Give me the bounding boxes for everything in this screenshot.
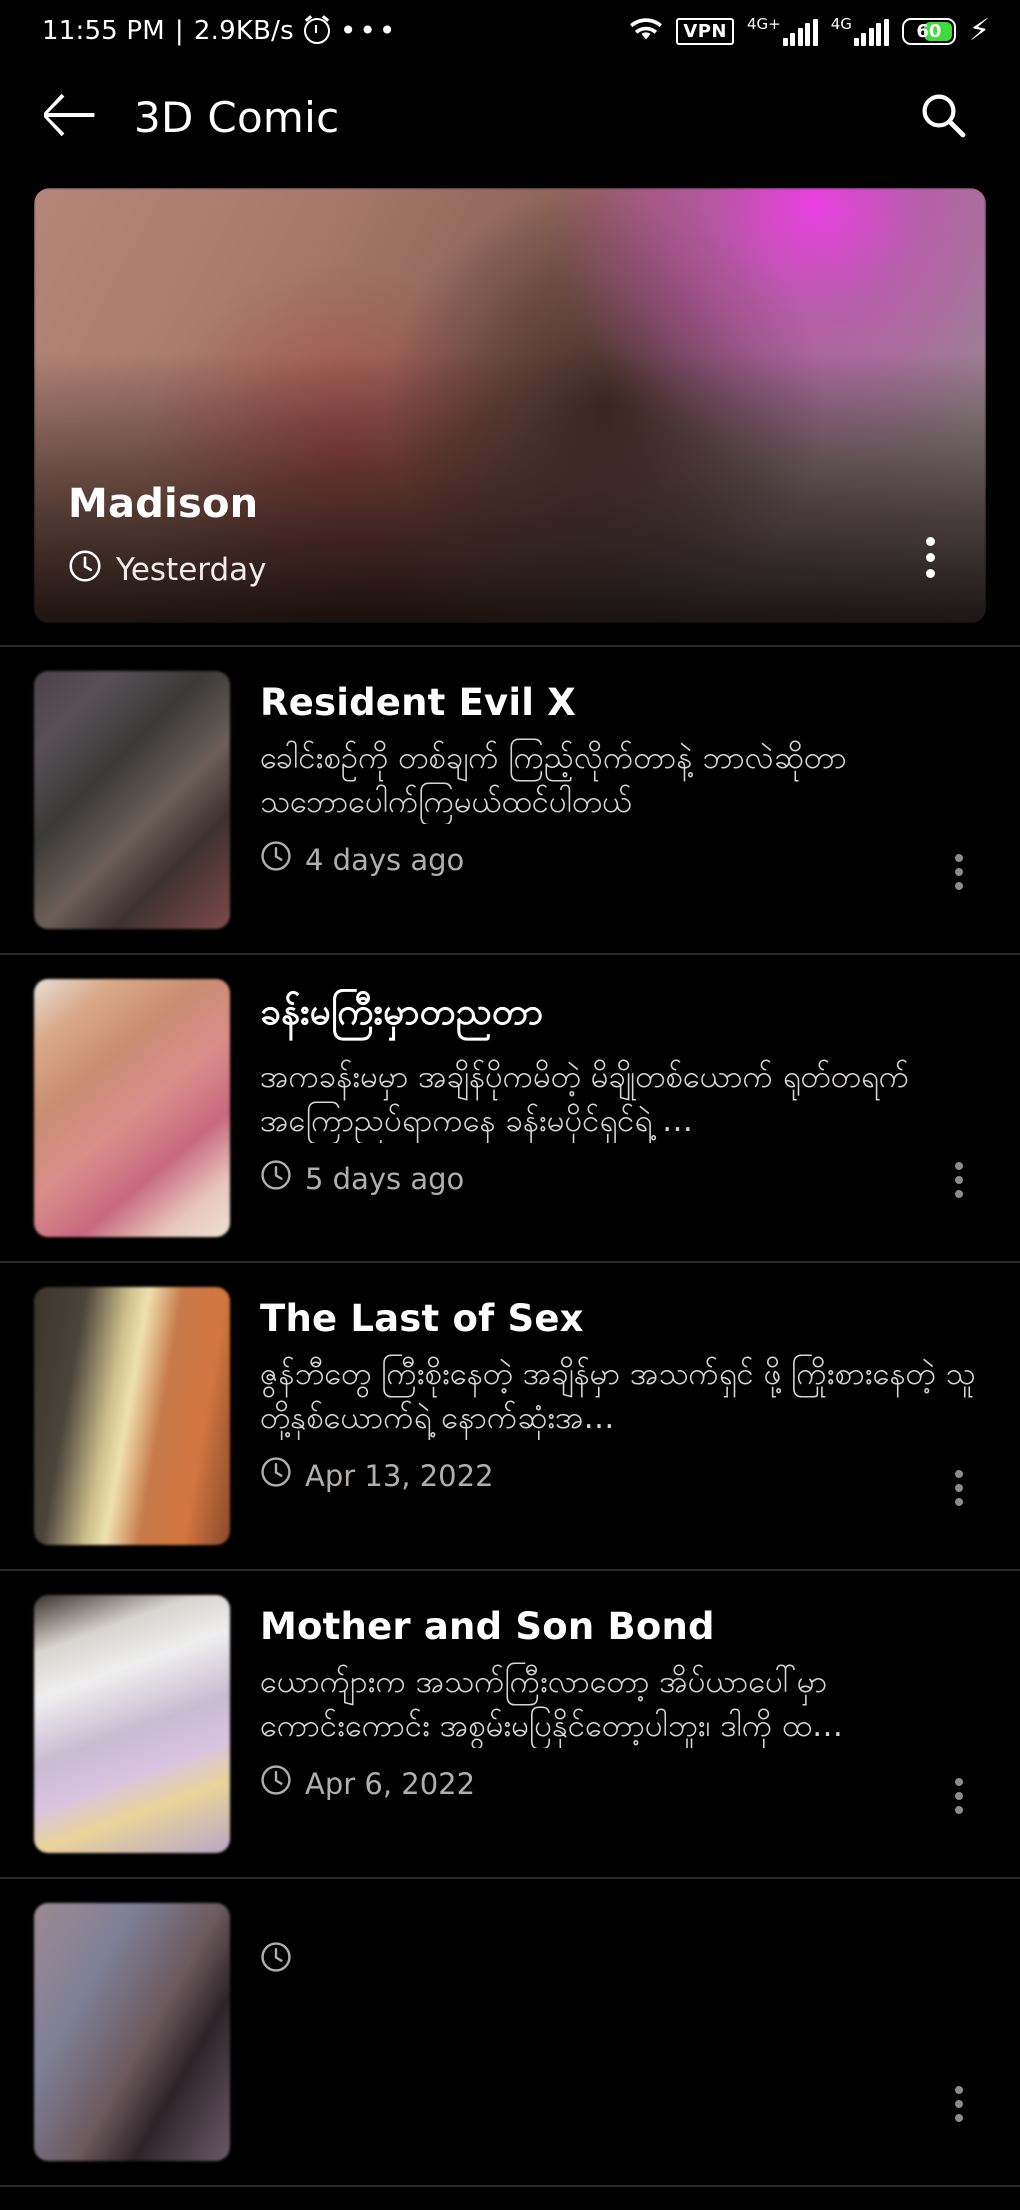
more-dots-icon: ••• bbox=[339, 14, 399, 47]
featured-meta: Madison Yesterday bbox=[68, 481, 267, 591]
sim1-bars bbox=[782, 18, 818, 46]
list-item-description: အကခန်းမမှာ အချိန်ပိုကမိတဲ့ မိချိုတစ်ယောက… bbox=[260, 1059, 910, 1140]
sim2-signal: 4G bbox=[830, 14, 889, 46]
status-time: 11:55 PM bbox=[42, 16, 165, 46]
list-item-body: Resident Evil X ခေါင်းစဉ်ကို တစ်ချက် ကြည့… bbox=[230, 671, 990, 929]
list-item-date-row: Apr 13, 2022 bbox=[260, 1456, 990, 1495]
list-item-body: ခန်းမကြီးမှာတညတာအကခန်းမမှာ အချိန်ပိုကမိတ… bbox=[230, 979, 990, 1237]
sim2-bars bbox=[853, 18, 889, 46]
list-item-body: The Last of Sex ဇွန်ဘီတွေ ကြီးစိုးနေတဲ့ အ… bbox=[230, 1287, 990, 1545]
list-item[interactable]: Resident Evil X ခေါင်းစဉ်ကို တစ်ချက် ကြည့… bbox=[0, 647, 1020, 953]
featured-title: Madison bbox=[68, 481, 259, 527]
overflow-menu-icon bbox=[955, 1778, 963, 1786]
status-netspeed: 2.9KB/s bbox=[193, 16, 294, 46]
page-title: 3D Comic bbox=[134, 92, 340, 142]
list-item-thumbnail bbox=[34, 1903, 230, 2161]
list-item-description: ယောက်ျားက အသက်ကြီးလာတော့ အိပ်ယာပေါ်မှာ က… bbox=[260, 1664, 844, 1745]
list-item-body: Mother and Son Bond ယောက်ျားက အသက်ကြီးလာတ… bbox=[230, 1595, 990, 1853]
list-item-title: Resident Evil X bbox=[260, 681, 576, 724]
app-bar: 3D Comic bbox=[0, 62, 1020, 172]
list-item-date-row bbox=[260, 1941, 990, 1980]
clock-icon bbox=[260, 1159, 292, 1198]
alarm-clock-icon bbox=[303, 18, 330, 44]
list-item-description: ဇွန်ဘီတွေ ကြီးစိုးနေတဲ့ အချိန်မှာ အသက်ရှ… bbox=[260, 1356, 976, 1437]
vpn-badge: VPN bbox=[676, 17, 734, 45]
list-item-date: Apr 13, 2022 bbox=[305, 1458, 494, 1493]
list-item-title: Mother and Son Bond bbox=[260, 1605, 715, 1648]
featured-card[interactable]: Madison Yesterday bbox=[34, 188, 986, 623]
search-icon bbox=[918, 90, 968, 144]
list-item[interactable]: ခန်းမကြီးမှာတညတာအကခန်းမမှာ အချိန်ပိုကမိတ… bbox=[0, 955, 1020, 1261]
sim1-signal: 4G+ bbox=[747, 14, 818, 46]
list-item-body bbox=[230, 1903, 990, 2161]
battery-percent: 60 bbox=[916, 20, 942, 42]
overflow-menu-icon bbox=[955, 2086, 963, 2094]
sim1-label: 4G+ bbox=[747, 14, 781, 33]
list-item-date-row: 5 days ago bbox=[260, 1159, 990, 1198]
lightning-bolt-icon: ⚡ bbox=[968, 13, 990, 48]
status-bar-left: 11:55 PM | 2.9KB/s ••• bbox=[42, 16, 398, 46]
comic-list: Resident Evil X ခေါင်းစဉ်ကို တစ်ချက် ကြည့… bbox=[0, 647, 1020, 2187]
overflow-menu-icon bbox=[925, 536, 935, 546]
overflow-menu-icon bbox=[955, 1162, 963, 1170]
list-item-thumbnail bbox=[34, 671, 230, 929]
status-bar-right: VPN 4G+ 4G 60 ⚡ bbox=[629, 15, 990, 47]
list-item-date-row: Apr 6, 2022 bbox=[260, 1764, 990, 1803]
list-item-overflow-button[interactable] bbox=[932, 845, 986, 899]
featured-card-wrapper: Madison Yesterday bbox=[0, 172, 1020, 623]
list-item-description: ခေါင်းစဉ်ကို တစ်ချက် ကြည့်လိုက်တာနဲ့ ဘာလ… bbox=[260, 740, 847, 821]
list-item[interactable]: Mother and Son Bond ယောက်ျားက အသက်ကြီးလာတ… bbox=[0, 1571, 1020, 1877]
list-item-overflow-button[interactable] bbox=[932, 2077, 986, 2131]
list-item-thumbnail bbox=[34, 1595, 230, 1853]
list-item-overflow-button[interactable] bbox=[932, 1461, 986, 1515]
clock-icon bbox=[260, 1941, 292, 1980]
list-item-date: 5 days ago bbox=[305, 1161, 465, 1196]
overflow-menu-icon bbox=[955, 1470, 963, 1478]
status-separator: | bbox=[174, 16, 184, 46]
clock-icon bbox=[260, 1764, 292, 1803]
featured-date: Yesterday bbox=[116, 552, 267, 588]
back-arrow-icon bbox=[42, 93, 96, 140]
list-item-title: ခန်းမကြီးမှာတညတာ bbox=[260, 990, 544, 1033]
list-item-thumbnail bbox=[34, 979, 230, 1237]
clock-icon bbox=[260, 840, 292, 879]
overflow-menu-icon bbox=[955, 854, 963, 862]
back-button[interactable] bbox=[34, 81, 106, 153]
list-item-overflow-button[interactable] bbox=[932, 1769, 986, 1823]
battery-indicator: 60 bbox=[901, 17, 956, 45]
list-item-date-row: 4 days ago bbox=[260, 840, 990, 879]
search-button[interactable] bbox=[906, 80, 980, 154]
featured-date-row: Yesterday bbox=[68, 549, 267, 591]
wifi-icon bbox=[629, 15, 663, 47]
list-item-title: The Last of Sex bbox=[260, 1297, 584, 1340]
list-item-date: 4 days ago bbox=[305, 842, 465, 877]
list-item-overflow-button[interactable] bbox=[932, 1153, 986, 1207]
list-item-date: Apr 6, 2022 bbox=[305, 1766, 476, 1801]
sim2-label: 4G bbox=[830, 14, 852, 33]
status-bar: 11:55 PM | 2.9KB/s ••• VPN 4G+ 4G 60 ⚡ bbox=[0, 0, 1020, 62]
clock-icon bbox=[260, 1456, 292, 1495]
list-item[interactable] bbox=[0, 1879, 1020, 2185]
list-divider bbox=[0, 2185, 1020, 2187]
clock-icon bbox=[68, 549, 102, 591]
list-item-thumbnail bbox=[34, 1287, 230, 1545]
featured-overflow-button[interactable] bbox=[900, 527, 960, 587]
list-item[interactable]: The Last of Sex ဇွန်ဘီတွေ ကြီးစိုးနေတဲ့ အ… bbox=[0, 1263, 1020, 1569]
